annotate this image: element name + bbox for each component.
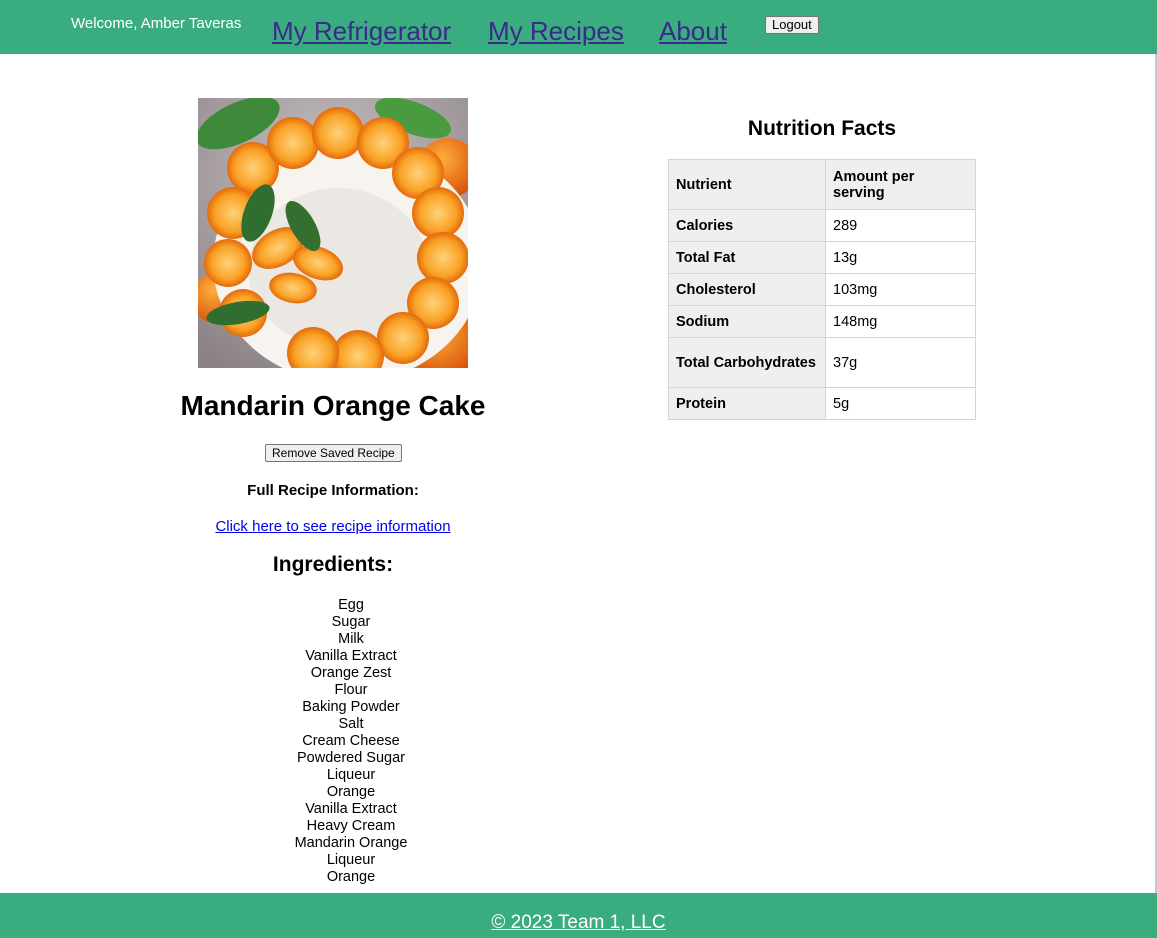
nutrient-amount: 5g	[825, 387, 976, 420]
full-recipe-info-label: Full Recipe Information:	[247, 482, 419, 499]
nutrient-amount: 289	[825, 209, 976, 242]
column-header-nutrient: Nutrient	[668, 159, 826, 210]
recipe-title: Mandarin Orange Cake	[180, 390, 486, 421]
ingredient-item: Sugar	[331, 614, 371, 630]
ingredient-item: Orange	[326, 869, 376, 885]
column-header-amount: Amount per serving	[825, 159, 976, 210]
nutrient-name: Calories	[668, 209, 826, 242]
ingredient-item: Vanilla Extract	[305, 801, 397, 817]
ingredient-item: Orange	[326, 784, 376, 800]
table-row: Total Fat 13g	[668, 241, 976, 274]
recipe-photo	[198, 98, 468, 368]
nutrition-header-row: Nutrient Amount per serving	[668, 159, 976, 210]
top-nav-bar: Welcome, Amber Taveras My Refrigerator M…	[0, 0, 1157, 54]
nav-link-my-recipes[interactable]: My Recipes	[488, 16, 624, 47]
welcome-message: Welcome, Amber Taveras	[71, 15, 242, 32]
footer-bar: © 2023 Team 1, LLC	[0, 893, 1157, 938]
table-row: Cholesterol 103mg	[668, 273, 976, 306]
nutrient-amount: 103mg	[825, 273, 976, 306]
ingredient-item: Orange Zest	[310, 665, 392, 681]
nutrient-amount: 13g	[825, 241, 976, 274]
nav-link-about[interactable]: About	[659, 16, 727, 47]
ingredient-item: Egg	[338, 597, 364, 613]
nutrient-name: Cholesterol	[668, 273, 826, 306]
nutrient-name: Total Carbohydrates	[668, 337, 826, 388]
nutrient-name: Sodium	[668, 305, 826, 338]
ingredient-item: Heavy Cream	[306, 818, 396, 834]
ingredient-item: Salt	[338, 716, 364, 732]
nutrition-table: Nutrient Amount per serving Calories 289…	[668, 159, 976, 420]
table-row: Protein 5g	[668, 387, 976, 420]
nutrient-name: Protein	[668, 387, 826, 420]
table-row: Sodium 148mg	[668, 305, 976, 338]
table-row: Calories 289	[668, 209, 976, 242]
logout-button[interactable]: Logout	[765, 16, 819, 34]
ingredients-heading: Ingredients:	[272, 553, 394, 576]
ingredient-item: Mandarin Orange	[294, 835, 408, 851]
nav-link-my-refrigerator[interactable]: My Refrigerator	[272, 16, 451, 47]
ingredient-item: Milk	[338, 631, 364, 647]
footer-copyright-link[interactable]: © 2023 Team 1, LLC	[491, 912, 665, 934]
ingredient-item: Flour	[334, 682, 368, 698]
recipe-info-link[interactable]: Click here to see recipe information	[83, 518, 583, 535]
ingredient-item: Baking Powder	[302, 699, 400, 715]
table-row: Total Carbohydrates 37g	[668, 337, 976, 388]
ingredient-list: Egg Sugar Milk Vanilla Extract Orange Ze…	[251, 597, 451, 886]
nutrient-amount: 148mg	[825, 305, 976, 338]
ingredient-item: Liqueur	[326, 852, 376, 868]
remove-saved-recipe-button[interactable]: Remove Saved Recipe	[265, 444, 402, 462]
ingredient-item: Cream Cheese	[302, 733, 400, 749]
nutrition-facts-heading: Nutrition Facts	[747, 117, 897, 140]
nutrient-name: Total Fat	[668, 241, 826, 274]
ingredient-item: Vanilla Extract	[305, 648, 397, 664]
ingredient-item: Liqueur	[326, 767, 376, 783]
nutrient-amount: 37g	[825, 337, 976, 388]
ingredient-item: Powdered Sugar	[296, 750, 405, 766]
